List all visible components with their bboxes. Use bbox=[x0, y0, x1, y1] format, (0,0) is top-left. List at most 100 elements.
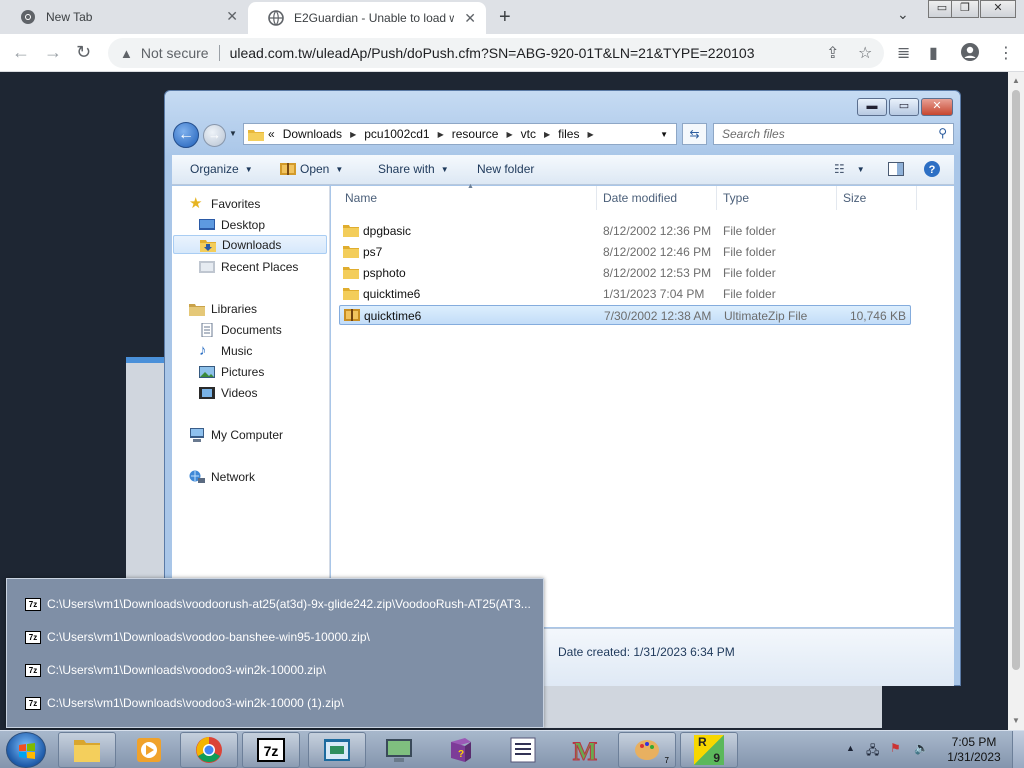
restore-button[interactable]: ❐ bbox=[951, 0, 979, 18]
close-tab-icon[interactable]: ✕ bbox=[464, 10, 476, 27]
breadcrumb-item[interactable]: Downloads bbox=[283, 127, 342, 141]
volume-icon[interactable]: 🔈 bbox=[914, 741, 929, 755]
change-view-button[interactable]: ☷ ▼ bbox=[834, 162, 865, 176]
taskbar-list-app[interactable] bbox=[494, 732, 552, 768]
explorer-close-button[interactable]: ✕ bbox=[921, 98, 953, 116]
show-hidden-icons[interactable]: ▲ bbox=[846, 743, 855, 753]
refresh-button[interactable]: ⇆ bbox=[682, 123, 707, 145]
action-center-flag-icon[interactable]: ⚑ bbox=[890, 741, 901, 755]
nav-downloads[interactable]: Downloads bbox=[173, 235, 327, 254]
open-button[interactable]: Open ▼ bbox=[280, 162, 343, 176]
nav-videos[interactable]: Videos bbox=[199, 383, 257, 402]
taskbar-app-window[interactable] bbox=[308, 732, 366, 768]
address-bar[interactable]: ▲ Not secure ulead.com.tw/uleadAp/Push/d… bbox=[108, 38, 884, 68]
scrollbar-thumb[interactable] bbox=[1012, 90, 1020, 670]
column-header-date-modified[interactable]: Date modified bbox=[597, 186, 717, 210]
tab-new-tab[interactable]: New Tab ✕ bbox=[0, 0, 248, 34]
jump-list-item[interactable]: 7z C:\Users\vm1\Downloads\voodoo-banshee… bbox=[25, 630, 370, 644]
nav-recent-places[interactable]: Recent Places bbox=[199, 257, 298, 276]
recent-pages-dropdown-icon[interactable]: ▼ bbox=[229, 129, 237, 138]
nav-libraries[interactable]: Libraries bbox=[189, 299, 257, 318]
explorer-maximize-button[interactable]: ▭ bbox=[889, 98, 919, 116]
nav-my-computer[interactable]: My Computer bbox=[189, 425, 283, 444]
taskbar-chrome[interactable] bbox=[180, 732, 238, 768]
search-input[interactable]: Search files ⚲ bbox=[713, 123, 954, 145]
nav-desktop[interactable]: Desktop bbox=[199, 215, 265, 234]
back-arrow-icon[interactable]: ← bbox=[12, 42, 30, 63]
start-button[interactable] bbox=[6, 732, 46, 768]
chevron-right-icon[interactable]: ▶ bbox=[350, 130, 356, 139]
forward-button[interactable]: → bbox=[203, 124, 226, 147]
back-button[interactable]: ← bbox=[173, 122, 199, 148]
chevron-down-icon: ▼ bbox=[335, 164, 344, 174]
jump-list-item[interactable]: 7z C:\Users\vm1\Downloads\voodoorush-at2… bbox=[25, 597, 531, 611]
file-row-selected[interactable]: quicktime6 7/30/2002 12:38 AM UltimateZi… bbox=[339, 305, 911, 325]
jump-list-item[interactable]: 7z C:\Users\vm1\Downloads\voodoo3-win2k-… bbox=[25, 696, 344, 710]
share-icon[interactable]: ⇪ bbox=[826, 43, 839, 63]
show-desktop-button[interactable] bbox=[1012, 731, 1024, 768]
taskbar-media-player[interactable] bbox=[120, 732, 178, 768]
nav-favorites[interactable]: ★ Favorites bbox=[189, 194, 260, 213]
breadcrumb-item[interactable]: files bbox=[558, 127, 579, 141]
tab-e2guardian[interactable]: E2Guardian - Unable to load web ✕ bbox=[248, 2, 486, 34]
chevron-down-icon[interactable]: ⌄ bbox=[897, 6, 909, 23]
security-label[interactable]: Not secure bbox=[141, 45, 209, 61]
chevron-right-icon[interactable]: ▶ bbox=[438, 130, 444, 139]
address-dropdown-icon[interactable]: ▼ bbox=[660, 130, 668, 139]
taskbar-m-app[interactable]: M bbox=[556, 732, 614, 768]
reading-list-icon[interactable]: ≣ bbox=[897, 43, 910, 63]
url-text[interactable]: ulead.com.tw/uleadAp/Push/doPush.cfm?SN=… bbox=[230, 45, 755, 61]
file-row[interactable]: quicktime6 1/31/2023 7:04 PM File folder bbox=[339, 284, 911, 304]
share-with-button[interactable]: Share with ▼ bbox=[378, 162, 449, 176]
taskbar-r9-app[interactable]: R 9 bbox=[680, 732, 738, 768]
new-folder-button[interactable]: New folder bbox=[477, 162, 534, 176]
chevron-right-icon[interactable]: ▶ bbox=[506, 130, 512, 139]
close-button[interactable]: ✕ bbox=[980, 0, 1016, 18]
system-clock[interactable]: 7:05 PM 1/31/2023 bbox=[946, 735, 1002, 765]
folder-icon bbox=[343, 246, 359, 258]
network-tray-icon[interactable]: 🖧 bbox=[866, 741, 879, 762]
breadcrumb-item[interactable]: pcu1002cd1 bbox=[364, 127, 429, 141]
taskbar-help-book[interactable]: ? bbox=[432, 732, 490, 768]
breadcrumb-item[interactable]: vtc bbox=[521, 127, 536, 141]
file-row[interactable]: psphoto 8/12/2002 12:53 PM File folder bbox=[339, 263, 911, 283]
nav-documents[interactable]: Documents bbox=[199, 320, 282, 339]
nav-network[interactable]: Network bbox=[189, 467, 255, 486]
search-icon[interactable]: ⚲ bbox=[938, 126, 947, 140]
forward-arrow-icon[interactable]: → bbox=[44, 42, 62, 63]
page-scrollbar[interactable]: ▲ ▼ bbox=[1008, 72, 1024, 730]
chevron-right-icon[interactable]: ▶ bbox=[587, 130, 593, 139]
breadcrumb-item[interactable]: resource bbox=[452, 127, 499, 141]
explorer-address-bar[interactable]: « Downloads ▶ pcu1002cd1 ▶ resource ▶ vt… bbox=[243, 123, 677, 145]
file-row[interactable]: ps7 8/12/2002 12:46 PM File folder bbox=[339, 242, 911, 262]
scroll-down-arrow-icon[interactable]: ▼ bbox=[1012, 716, 1020, 725]
organize-button[interactable]: Organize ▼ bbox=[190, 162, 253, 176]
reload-icon[interactable]: ↻ bbox=[76, 42, 91, 63]
warning-triangle-icon[interactable]: ▲ bbox=[120, 46, 133, 61]
new-tab-icon[interactable]: + bbox=[499, 6, 511, 29]
column-header-size[interactable]: Size bbox=[837, 186, 917, 210]
breadcrumb-overflow[interactable]: « bbox=[268, 127, 275, 141]
close-tab-icon[interactable]: ✕ bbox=[226, 8, 238, 25]
taskbar-monitor-app[interactable] bbox=[370, 732, 428, 768]
bookmark-star-icon[interactable]: ☆ bbox=[858, 43, 872, 63]
taskbar-explorer[interactable] bbox=[58, 732, 116, 768]
chevron-right-icon[interactable]: ▶ bbox=[544, 130, 550, 139]
column-header-type[interactable]: Type bbox=[717, 186, 837, 210]
column-header-name[interactable]: Name ▲ bbox=[339, 183, 597, 210]
taskbar-paint-app[interactable]: 7 bbox=[618, 732, 676, 768]
scroll-up-arrow-icon[interactable]: ▲ bbox=[1012, 76, 1020, 85]
preview-pane-button[interactable] bbox=[888, 162, 904, 176]
file-row[interactable]: dpgbasic 8/12/2002 12:36 PM File folder bbox=[339, 221, 911, 241]
nav-pictures[interactable]: Pictures bbox=[199, 362, 264, 381]
explorer-minimize-button[interactable]: ▬ bbox=[857, 98, 887, 116]
side-panel-icon[interactable]: ▮ bbox=[929, 43, 938, 63]
taskbar-7zip[interactable]: 7z bbox=[242, 732, 300, 768]
jump-list-item[interactable]: 7z C:\Users\vm1\Downloads\voodoo3-win2k-… bbox=[25, 663, 326, 677]
help-button[interactable]: ? bbox=[923, 160, 941, 178]
clock-date: 1/31/2023 bbox=[947, 750, 1001, 764]
nav-music[interactable]: ♪ Music bbox=[199, 341, 252, 360]
menu-kebab-icon[interactable]: ⋮ bbox=[998, 43, 1014, 63]
profile-avatar-icon[interactable] bbox=[960, 42, 980, 62]
file-name: dpgbasic bbox=[363, 224, 412, 238]
